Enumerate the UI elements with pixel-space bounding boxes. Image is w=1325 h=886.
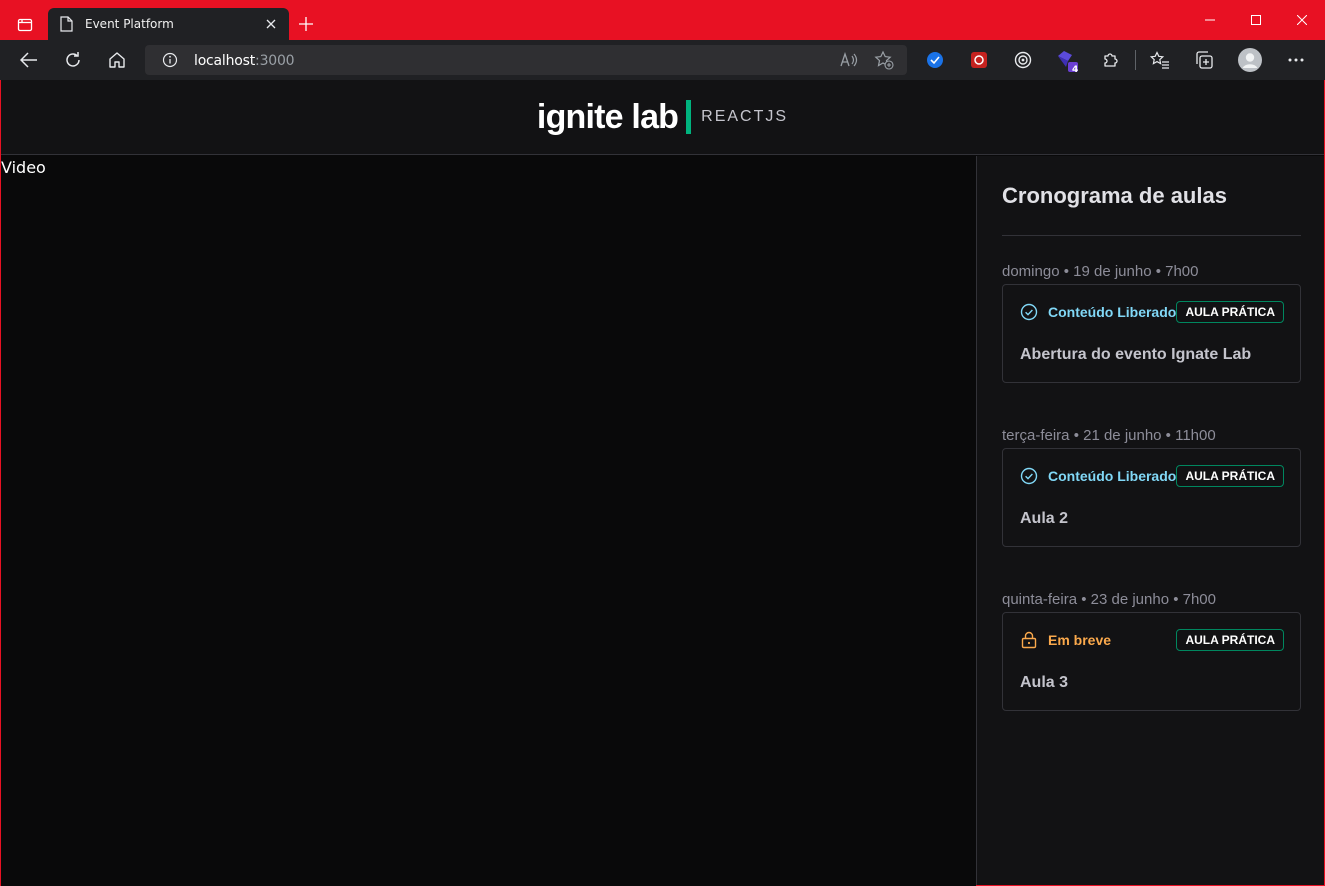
page-icon (60, 16, 74, 32)
add-favorite-icon[interactable] (874, 50, 894, 70)
toolbar-separator (1135, 50, 1136, 70)
more-dots-icon (1288, 58, 1304, 62)
read-aloud-icon[interactable] (839, 50, 859, 70)
video-label: Video (1, 158, 46, 177)
lesson-title: Aula 2 (1020, 510, 1069, 527)
lesson-date: terça-feira • 21 de junho • 11h00 (1002, 427, 1216, 444)
favorites-icon (1150, 51, 1169, 69)
url-text[interactable]: localhost:3000 (194, 53, 295, 69)
sidebar-divider (1002, 235, 1301, 236)
reload-button[interactable] (57, 44, 89, 76)
settings-menu-button[interactable] (1280, 44, 1312, 76)
status-text: Conteúdo Liberado (1048, 468, 1177, 484)
check-circle-icon (1020, 303, 1038, 321)
minimize-button[interactable] (1187, 0, 1233, 40)
sidebar-title: Cronograma de aulas (1002, 183, 1227, 208)
browser-titlebar: Event Platform (0, 0, 1325, 40)
maximize-icon (1251, 15, 1261, 25)
status-text: Em breve (1048, 632, 1112, 648)
lesson-card[interactable]: Conteúdo Liberado AULA PRÁTICA Aula 2 (1002, 448, 1301, 547)
collections-button[interactable] (1188, 44, 1220, 76)
puzzle-icon (1104, 53, 1118, 67)
extension-badge: 4 (1072, 65, 1079, 75)
logo-text: ignite lab (536, 97, 679, 136)
arrow-left-icon (20, 52, 37, 68)
site-header: ignite lab REACTJS (1, 80, 1324, 155)
lesson-card[interactable]: Conteúdo Liberado AULA PRÁTICA Abertura … (1002, 284, 1301, 383)
lesson-item: domingo • 19 de junho • 7h00 Conteúdo Li… (1002, 263, 1301, 383)
tab-title: Event Platform (85, 17, 174, 31)
lesson-item: quinta-feira • 23 de junho • 7h00 Em bre… (1002, 591, 1301, 711)
extension-blue-button[interactable] (919, 44, 951, 76)
minimize-icon (1205, 19, 1215, 21)
favorites-button[interactable] (1144, 44, 1176, 76)
lesson-date: quinta-feira • 23 de junho • 7h00 (1002, 591, 1216, 608)
extension-globe-icon (927, 52, 943, 68)
logo: ignite lab REACTJS (537, 98, 788, 137)
home-button[interactable] (101, 44, 133, 76)
close-icon (1297, 15, 1307, 25)
lesson-date: domingo • 19 de junho • 7h00 (1002, 263, 1199, 280)
url-port: :3000 (255, 53, 295, 69)
lesson-type-badge: AULA PRÁTICA (1176, 301, 1284, 323)
extensions-button[interactable] (1095, 44, 1127, 76)
new-tab-button[interactable] (294, 12, 318, 36)
maximize-button[interactable] (1233, 0, 1279, 40)
lesson-title: Abertura do evento Ignate Lab (1020, 346, 1252, 363)
browser-tab[interactable]: Event Platform (48, 8, 289, 40)
status-text: Conteúdo Liberado (1048, 304, 1177, 320)
lesson-card[interactable]: Em breve AULA PRÁTICA Aula 3 (1002, 612, 1301, 711)
lesson-type-badge: AULA PRÁTICA (1176, 629, 1284, 651)
collections-icon (1196, 51, 1213, 69)
lock-icon (1020, 631, 1038, 649)
avatar (1238, 48, 1262, 72)
extension-puzzle-red-icon (971, 52, 987, 68)
lesson-status: Conteúdo Liberado (1020, 303, 1176, 321)
url-host: localhost (194, 53, 256, 69)
reload-icon (66, 52, 80, 67)
lesson-type-badge: AULA PRÁTICA (1176, 465, 1284, 487)
lesson-title: Aula 3 (1020, 674, 1069, 691)
close-tab-icon[interactable] (263, 16, 279, 32)
back-button[interactable] (13, 44, 45, 76)
video-area[interactable]: Video (1, 156, 976, 886)
check-circle-icon (1020, 467, 1038, 485)
site-info-icon[interactable] (162, 52, 178, 68)
lesson-sidebar: Cronograma de aulas domingo • 19 de junh… (976, 156, 1324, 885)
tab-actions-button[interactable] (8, 8, 42, 42)
plus-icon (299, 17, 313, 31)
lesson-item: terça-feira • 21 de junho • 11h00 Conteú… (1002, 427, 1301, 547)
profile-button[interactable] (1234, 44, 1266, 76)
extension-target-button[interactable] (1007, 44, 1039, 76)
tab-actions-icon (17, 18, 33, 32)
page-content: ignite lab REACTJS Video Cronograma de a… (0, 80, 1325, 886)
lesson-status: Em breve (1020, 631, 1111, 649)
extension-red-button[interactable] (963, 44, 995, 76)
address-bar[interactable]: localhost:3000 (145, 45, 907, 75)
extension-purple-button[interactable]: 4 (1051, 44, 1083, 76)
logo-subtitle: REACTJS (701, 108, 789, 125)
target-icon (1014, 51, 1032, 69)
close-window-button[interactable] (1279, 0, 1325, 40)
lesson-status: Conteúdo Liberado (1020, 467, 1176, 485)
home-icon (109, 52, 125, 68)
logo-accent-bar (686, 100, 692, 134)
